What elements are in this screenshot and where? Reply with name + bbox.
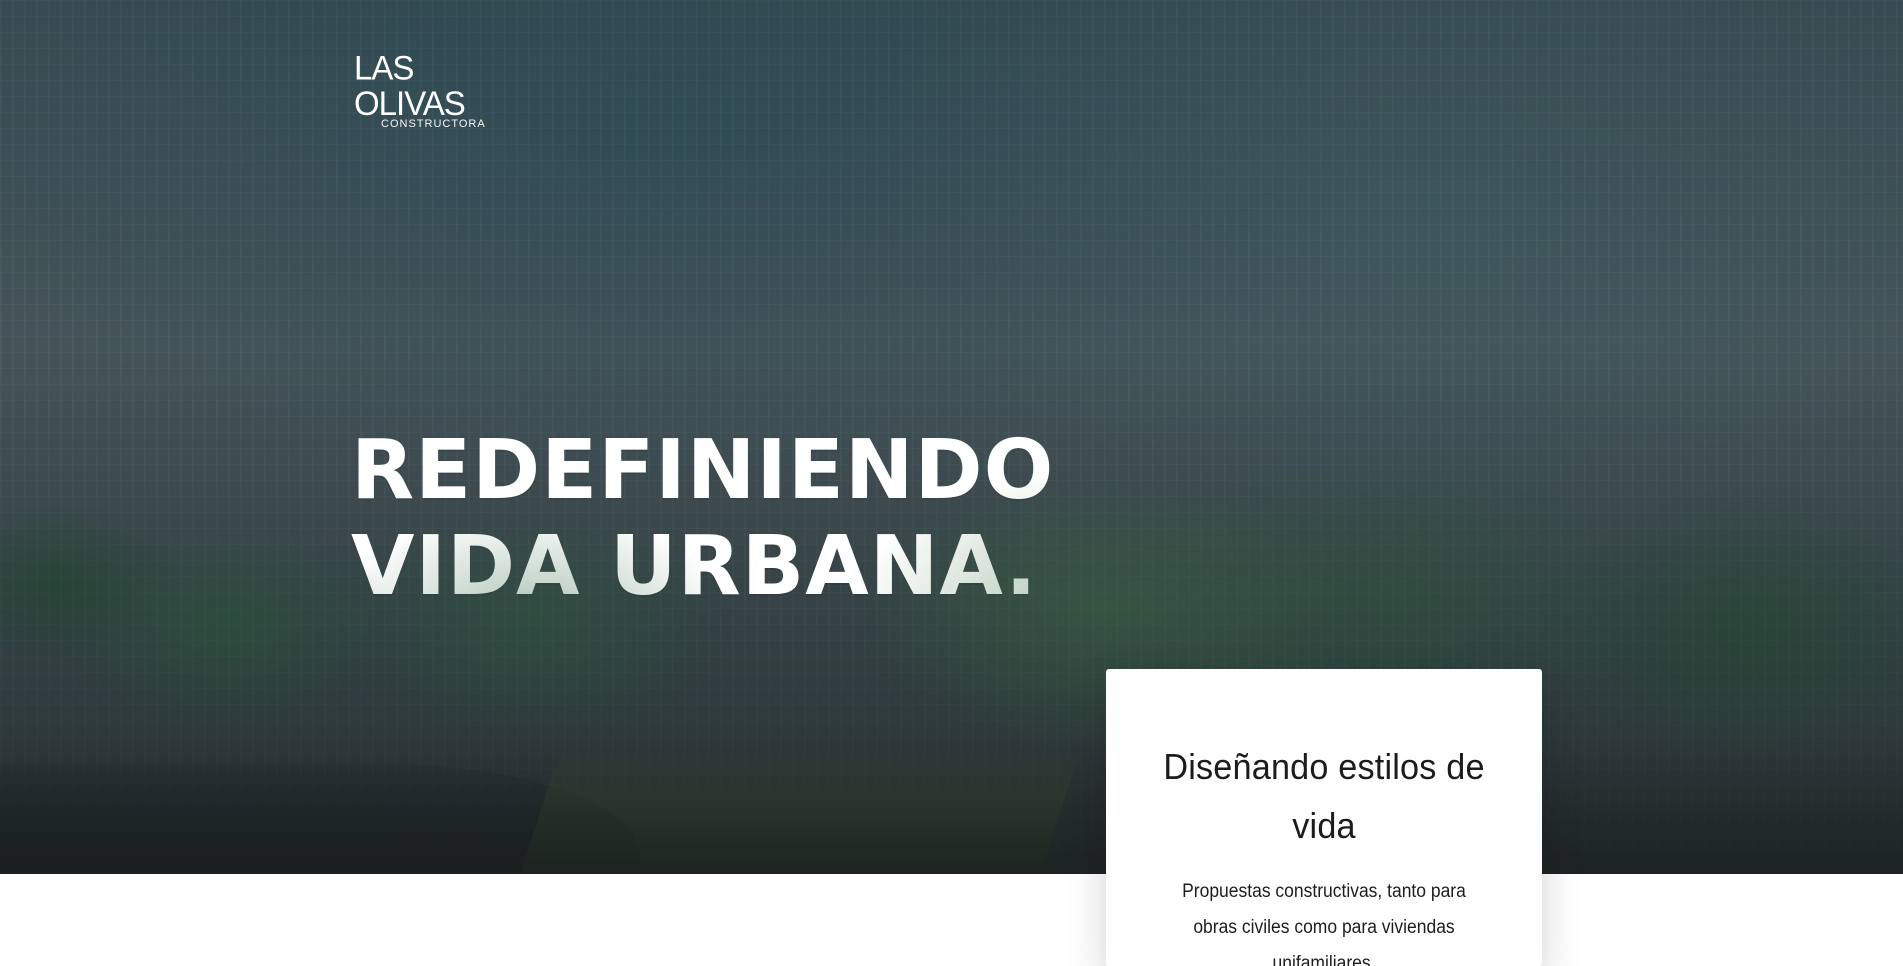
feature-card-title: Diseñando estilos de vida xyxy=(1163,746,1485,846)
hero-headline-line-1: REDEFINIENDO xyxy=(351,423,1055,518)
feature-card-content: Diseñando estilos de vida Propuestas con… xyxy=(1106,737,1542,966)
hero-section: LAS OLIVAS CONSTRUCTORA REDEFINIENDO VID… xyxy=(0,0,1903,874)
brand-tagline: CONSTRUCTORA xyxy=(381,118,486,130)
feature-card: Diseñando estilos de vida Propuestas con… xyxy=(1106,669,1542,966)
feature-card-description: Propuestas constructivas, tanto para obr… xyxy=(1182,881,1466,966)
brand-logo[interactable]: LAS OLIVAS CONSTRUCTORA xyxy=(354,49,504,130)
pond-shape xyxy=(0,764,640,874)
hero-headline-line-2: VIDA URBANA. xyxy=(351,519,1038,614)
hero-headline: REDEFINIENDO VIDA URBANA. xyxy=(351,423,1071,615)
landing-page: LAS OLIVAS CONSTRUCTORA REDEFINIENDO VID… xyxy=(0,0,1903,966)
grass-shape xyxy=(520,754,1079,874)
plaza-ground xyxy=(0,704,1903,874)
brand-name: LAS OLIVAS xyxy=(354,47,466,123)
